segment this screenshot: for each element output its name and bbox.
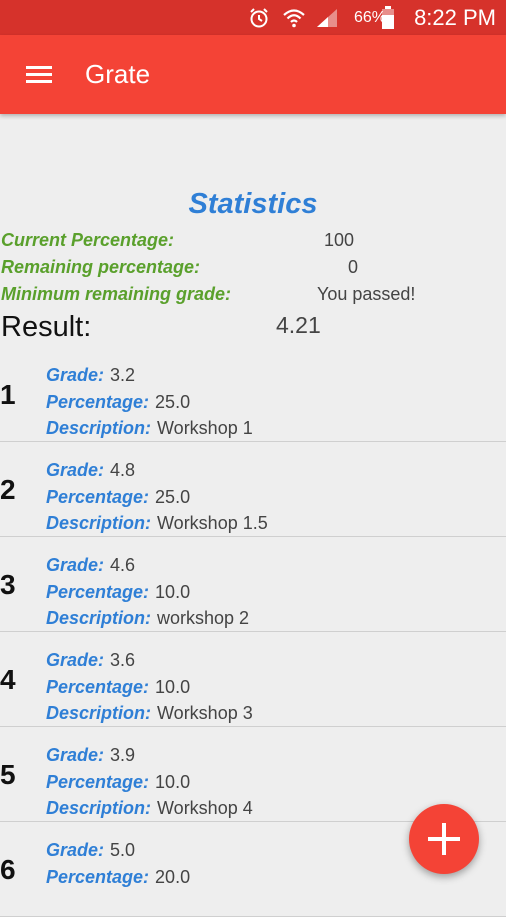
- grade-label: Grade:: [46, 840, 105, 860]
- grade-field: Grade: 4.6: [46, 555, 135, 576]
- item-number: 2: [0, 474, 16, 505]
- percentage-field: Percentage: 10.0: [46, 582, 190, 603]
- app-bar: Grate: [0, 35, 506, 114]
- signal-icon: [315, 0, 339, 35]
- statistics-title: Statistics: [188, 188, 318, 220]
- list-item[interactable]: 1 Grade: 3.2 Percentage: 25.0 Description:…: [0, 347, 506, 442]
- minimum-remaining-grade-value: You passed!: [317, 284, 416, 304]
- percentage-label: Percentage:: [46, 392, 150, 412]
- percentage-label: Percentage:: [46, 582, 150, 602]
- percentage-label: Percentage:: [46, 487, 150, 507]
- grade-value: 4.6: [110, 555, 136, 575]
- grade-value: 3.9: [110, 745, 136, 765]
- grade-field: Grade: 3.6: [46, 650, 135, 671]
- percentage-field: Percentage: 10.0: [46, 772, 190, 793]
- description-field: Description: workshop 2: [46, 608, 249, 629]
- percentage-value: 10.0: [155, 582, 191, 602]
- description-label: Description:: [46, 418, 152, 438]
- grade-label: Grade:: [46, 650, 105, 670]
- grade-field: Grade: 5.0: [46, 840, 135, 861]
- item-number: 6: [0, 854, 16, 885]
- app-title: Grate: [85, 59, 151, 89]
- description-value: Workshop 3: [157, 703, 253, 723]
- percentage-label: Percentage:: [46, 677, 150, 697]
- grade-field: Grade: 3.2: [46, 365, 135, 386]
- list-item[interactable]: 2 Grade: 4.8 Percentage: 25.0 Description:…: [0, 442, 506, 537]
- menu-icon[interactable]: [22, 60, 58, 90]
- item-number: 4: [0, 664, 16, 695]
- result-value: 4.21: [276, 312, 321, 338]
- description-label: Description:: [46, 513, 152, 533]
- description-value: Workshop 4: [157, 798, 253, 818]
- percentage-value: 25.0: [155, 392, 191, 412]
- percentage-field: Percentage: 20.0: [46, 867, 190, 888]
- description-field: Description: Workshop 1: [46, 418, 253, 439]
- grade-label: Grade:: [46, 555, 105, 575]
- list-item[interactable]: 4 Grade: 3.6 Percentage: 10.0 Description:…: [0, 632, 506, 727]
- result-label: Result:: [1, 311, 92, 343]
- description-label: Description:: [46, 608, 152, 628]
- description-field: Description: Workshop 3: [46, 703, 253, 724]
- item-number: 1: [0, 379, 16, 410]
- grade-value: 5.0: [110, 840, 136, 860]
- percentage-label: Percentage:: [46, 867, 150, 887]
- percentage-value: 10.0: [155, 677, 191, 697]
- remaining-percentage-label: Remaining percentage:: [1, 257, 201, 277]
- item-number: 3: [0, 569, 16, 600]
- list-item[interactable]: 3 Grade: 4.6 Percentage: 10.0 Description:…: [0, 537, 506, 632]
- status-bar: 66% 8:22 PM: [0, 0, 506, 35]
- percentage-label: Percentage:: [46, 772, 150, 792]
- percentage-value: 25.0: [155, 487, 191, 507]
- wifi-icon: [282, 0, 306, 35]
- current-percentage-label: Current Percentage:: [1, 230, 175, 250]
- description-value: Workshop 1.5: [157, 513, 268, 533]
- description-value: Workshop 1: [157, 418, 253, 438]
- grade-label: Grade:: [46, 460, 105, 480]
- description-field: Description: Workshop 1.5: [46, 513, 268, 534]
- minimum-remaining-grade-label: Minimum remaining grade:: [1, 284, 232, 304]
- percentage-field: Percentage: 25.0: [46, 392, 190, 413]
- grade-value: 4.8: [110, 460, 136, 480]
- item-number: 5: [0, 759, 16, 790]
- grade-value: 3.6: [110, 650, 136, 670]
- add-grade-button[interactable]: [409, 804, 479, 874]
- battery-icon: [381, 0, 395, 35]
- percentage-value: 20.0: [155, 867, 191, 887]
- remaining-percentage-value: 0: [348, 257, 359, 277]
- grade-field: Grade: 3.9: [46, 745, 135, 766]
- current-percentage-value: 100: [324, 230, 355, 250]
- grade-field: Grade: 4.8: [46, 460, 135, 481]
- percentage-field: Percentage: 10.0: [46, 677, 190, 698]
- description-value: workshop 2: [157, 608, 250, 628]
- percentage-field: Percentage: 25.0: [46, 487, 190, 508]
- grade-value: 3.2: [110, 365, 136, 385]
- alarm-icon: [248, 0, 270, 35]
- clock: 8:22 PM: [414, 4, 496, 30]
- grade-label: Grade:: [46, 365, 105, 385]
- grade-label: Grade:: [46, 745, 105, 765]
- description-field: Description: Workshop 4: [46, 798, 253, 819]
- description-label: Description:: [46, 703, 152, 723]
- description-label: Description:: [46, 798, 152, 818]
- percentage-value: 10.0: [155, 772, 191, 792]
